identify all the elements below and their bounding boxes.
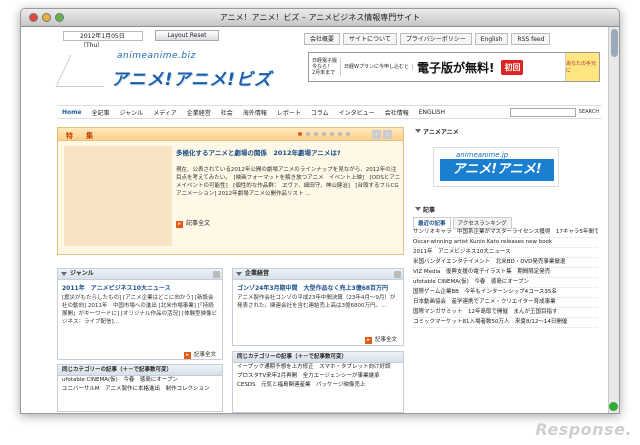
window-titlebar: アニメ！アニメ！ビズ – アニメビジネス情報専門サイト bbox=[21, 9, 619, 27]
genre-body: [震災がもたらしたもの] [アニメ企業はどこに向かう] [新設会社の動向] 20… bbox=[62, 295, 218, 325]
search-input[interactable] bbox=[509, 107, 576, 117]
list-item[interactable]: ufotable CINEMA(仮) 今春 徳島にオープン bbox=[58, 376, 222, 385]
feature-headline[interactable]: 多極化するアニメと劇場の関係 2012年劇場アニメは? bbox=[176, 147, 401, 157]
search-button[interactable]: SEARCH bbox=[576, 109, 602, 115]
pager-dot[interactable] bbox=[330, 132, 334, 136]
pager-dot[interactable] bbox=[322, 132, 326, 136]
list-item[interactable]: コミックマーケット81入場者数50万人 来夏8/12〜14日開催 bbox=[413, 318, 598, 328]
banner-character-image: あなたの手元に bbox=[565, 53, 599, 81]
business-related-list: 同じカテゴリーの記事（＋－で記事数可変） イーブック通期予想を上方修正 スマホ・… bbox=[232, 351, 404, 413]
genre-box-title[interactable]: ジャンル bbox=[58, 269, 222, 280]
list-item[interactable]: ufotable CINEMA(仮) 今春 徳島にオープン bbox=[413, 278, 598, 288]
related-list-title: 同じカテゴリーの記事（＋－で記事数可変） bbox=[233, 352, 403, 363]
business-more-link[interactable]: ▸ 記事全文 bbox=[364, 335, 397, 344]
articles-title: 記事 bbox=[413, 205, 435, 214]
logo-decoration bbox=[55, 55, 119, 87]
business-box: 企業経営 ゴンゾ24年3月期中間 大型作品なく売上3億68百万円 アニメ製作会社… bbox=[232, 268, 404, 346]
nav-company[interactable]: 会社情報 bbox=[380, 108, 414, 117]
list-item[interactable]: VIZ Media 復興支援の電子イラスト集 期間限定発売 bbox=[413, 268, 598, 278]
site-logo[interactable]: アニメ!アニメ!ビズ bbox=[111, 65, 272, 90]
status-icon bbox=[609, 402, 618, 411]
feature-image[interactable] bbox=[64, 146, 172, 246]
page-content: 2012年1月05日（Thu） Layout Reset 会社概要 サイトについ… bbox=[21, 27, 610, 413]
top-links: 会社概要 サイトについて プライバシーポリシー English RSS feed bbox=[301, 33, 551, 45]
prev-arrow-icon[interactable]: ‹ bbox=[372, 130, 381, 139]
feature-panel: 特 集 ‹ › 多極化するアニメと劇場の関係 2012年劇場アニメは? 現在、公… bbox=[57, 127, 404, 255]
link-privacy[interactable]: プライバシーポリシー bbox=[399, 33, 472, 45]
close-icon[interactable] bbox=[394, 271, 401, 278]
ad-banner[interactable]: 日経電子版 今なら！ 2月末まで 日経Wプランに今申し込むと 電子版が無料! 初回 … bbox=[308, 52, 600, 82]
feature-pager bbox=[298, 132, 354, 136]
layout-reset-button[interactable]: Layout Reset bbox=[155, 30, 219, 41]
arrow-right-icon: ▸ bbox=[183, 352, 191, 359]
list-item[interactable]: CESDS 元気と福島関連産業 パッケージ映像売上 bbox=[233, 381, 403, 390]
pager-dot[interactable] bbox=[338, 132, 342, 136]
nav-genre[interactable]: ジャンル bbox=[114, 108, 148, 117]
link-company[interactable]: 会社概要 bbox=[304, 33, 341, 45]
watermark: Response. bbox=[535, 420, 632, 439]
animeanime-logo[interactable]: animeanime.jp アニメ!アニメ! bbox=[433, 147, 559, 187]
recent-articles-list: サンリオキャラ 中国系企業がマスターライセンス獲得 17キャラ5年間で67億円 … bbox=[413, 228, 598, 328]
window-title: アニメ！アニメ！ビズ – アニメビジネス情報専門サイト bbox=[219, 13, 421, 22]
nav-business[interactable]: 企業経営 bbox=[182, 108, 216, 117]
genre-box: ジャンル 2011年 アニメビジネス10大ニュース [震災がもたらしたもの] [… bbox=[57, 268, 223, 360]
link-english[interactable]: English bbox=[474, 33, 509, 45]
banner-left-text: 日経電子版 今なら！ 2月末まで bbox=[309, 58, 342, 76]
nav-overseas[interactable]: 海外情報 bbox=[238, 108, 272, 117]
list-item[interactable]: 日本動画協会 産学連携でアニメ・クリエイター育成事業 bbox=[413, 298, 598, 308]
nav-interview[interactable]: インタビュー bbox=[334, 108, 380, 117]
business-headline[interactable]: ゴンゾ24年3月期中間 大型作品なく売上3億68百万円 bbox=[233, 280, 403, 294]
pager-dot[interactable] bbox=[346, 132, 350, 136]
scrollbar-thumb[interactable] bbox=[611, 29, 618, 57]
link-rss[interactable]: RSS feed bbox=[511, 33, 551, 45]
feature-body: 現在、公表されている2012年公開の劇場アニメのラインナップを見ながら、2012… bbox=[176, 167, 401, 197]
nav-english[interactable]: ENGLISH bbox=[414, 109, 450, 116]
banner-headline: 電子版が無料! bbox=[416, 60, 495, 75]
close-icon[interactable] bbox=[213, 271, 220, 278]
site-logo-subtitle[interactable]: animeanime.biz bbox=[117, 51, 196, 61]
next-arrow-icon[interactable]: › bbox=[383, 130, 392, 139]
genre-headline[interactable]: 2011年 アニメビジネス10大ニュース bbox=[58, 280, 222, 294]
vertical-scrollbar[interactable] bbox=[608, 27, 619, 413]
nav-media[interactable]: メディア bbox=[148, 108, 182, 117]
list-item[interactable]: ユニバーサルM アニメ製作に本格進出 制作コレクション bbox=[58, 385, 222, 394]
list-item[interactable]: 米国バンダイエンタテイメント 北米BD・DVD発売事業撤退 bbox=[413, 258, 598, 268]
business-body: アニメ製作会社ゴンゾの平成23年中間決算（23年4月〜9月）が発表された。関連会… bbox=[237, 295, 396, 309]
list-item[interactable]: 国際ゲーム企業BB 今年もインターンシップ4コース35名 bbox=[413, 288, 598, 298]
anime-section-title: アニメアニメ bbox=[413, 127, 459, 136]
list-item[interactable]: イーブック通期予想を上方修正 スマホ・タブレット向け好調 bbox=[233, 363, 403, 372]
banner-badge: 初回 bbox=[501, 59, 524, 75]
link-about[interactable]: サイトについて bbox=[343, 33, 397, 45]
banner-mid-text: 日経Wプランに今申し込むと bbox=[341, 64, 413, 70]
list-item[interactable]: Oscar-winning artist Kunio Kato releases… bbox=[413, 238, 598, 248]
related-list-title: 同じカテゴリーの記事（＋－で記事数可変） bbox=[58, 365, 222, 376]
list-item[interactable]: 2011年 アニメビジネス10大ニュース bbox=[413, 248, 598, 258]
nav-column[interactable]: コラム bbox=[306, 108, 334, 117]
pager-dot[interactable] bbox=[314, 132, 318, 136]
feature-title: 特 集 bbox=[66, 132, 96, 140]
list-item[interactable]: サンリオキャラ 中国系企業がマスターライセンス獲得 17キャラ5年間で67億円 bbox=[413, 228, 598, 238]
genre-related-list: 同じカテゴリーの記事（＋－で記事数可変） ufotable CINEMA(仮) … bbox=[57, 364, 223, 412]
arrow-right-icon: ▸ bbox=[176, 221, 183, 228]
nav-society[interactable]: 社会 bbox=[216, 108, 238, 117]
list-item[interactable]: プロスタTV来年2月再開 全力エージェンシーが事業継承 bbox=[233, 372, 403, 381]
pager-dot[interactable] bbox=[298, 132, 302, 136]
business-box-title[interactable]: 企業経営 bbox=[233, 269, 403, 280]
main-nav: Home 全記事 ジャンル メディア 企業経営 社会 海外情報 レポート コラム… bbox=[57, 105, 602, 119]
feature-more-link[interactable]: ▸ 記事全文 bbox=[176, 218, 210, 228]
arrow-right-icon: ▸ bbox=[364, 337, 372, 344]
browser-window: アニメ！アニメ！ビズ – アニメビジネス情報専門サイト 2012年1月05日（T… bbox=[20, 8, 620, 414]
feature-header: 特 集 ‹ › bbox=[58, 128, 403, 141]
list-item[interactable]: 国際マンガサミット 12年島取で開催 まんが王国目指す bbox=[413, 308, 598, 318]
pager-dot[interactable] bbox=[306, 132, 310, 136]
genre-more-link[interactable]: ▸ 記事全文 bbox=[183, 350, 216, 359]
nav-report[interactable]: レポート bbox=[272, 108, 306, 117]
date-display: 2012年1月05日（Thu） bbox=[63, 31, 143, 49]
nav-all[interactable]: 全記事 bbox=[86, 108, 114, 117]
nav-home[interactable]: Home bbox=[57, 109, 86, 116]
